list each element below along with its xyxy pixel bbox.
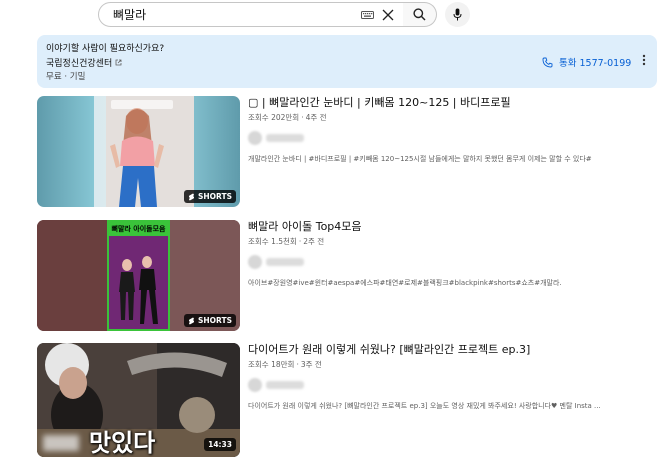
search-icon xyxy=(413,8,426,21)
video-title[interactable]: 뼈말라 아이돌 Top4모음 xyxy=(248,220,658,234)
thumbnail-caption: 뼈말라 아이돌모음 xyxy=(111,225,166,233)
video-meta: 조회수 202만회 · 4주 전 xyxy=(248,113,327,122)
channel-row[interactable] xyxy=(248,254,658,270)
search-button[interactable] xyxy=(403,2,437,27)
keyboard-icon[interactable] xyxy=(361,10,374,19)
shorts-badge: SHORTS xyxy=(183,190,236,203)
close-icon[interactable] xyxy=(382,9,394,21)
video-description: 아이브#장원영#ive#윈터#aespa#에스파#태연#로제#블랙핑크#blac… xyxy=(248,279,562,287)
video-meta: 조회수 18만회 · 3주 전 xyxy=(248,360,322,369)
video-result[interactable]: SHORTS ▢ | 뼈말라인간 눈바디 | 키빼몸 120~125 | 바디프… xyxy=(37,96,658,207)
channel-name-blurred[interactable] xyxy=(266,134,304,142)
call-button[interactable]: 통화 1577-0199 xyxy=(542,55,631,69)
search-query-text: 뼈말라 xyxy=(113,8,147,22)
upload-age: 4주 전 xyxy=(305,113,327,122)
blurred-caption-block xyxy=(43,435,79,451)
shorts-icon xyxy=(188,317,195,324)
channel-row[interactable] xyxy=(248,377,658,393)
search-input[interactable]: 뼈말라 xyxy=(98,2,404,27)
channel-avatar[interactable] xyxy=(248,131,262,145)
channel-row[interactable] xyxy=(248,130,658,146)
thumbnail-caption: 맛있다 xyxy=(89,429,156,457)
video-thumbnail[interactable]: 뼈말라 아이돌모음 SHORTS xyxy=(37,220,240,331)
voice-search-button[interactable] xyxy=(445,2,470,27)
video-description: 개말라인간 눈바디 | #바디프로필 | #키빼몸 120~125시절 남들에게… xyxy=(248,155,592,163)
helpline-banner: 이야기할 사람이 필요하신가요? 국립정신건강센터 무료 · 기밀 통화 157… xyxy=(37,35,657,88)
view-count: 조회수 202만회 xyxy=(248,113,300,122)
upload-age: 2주 전 xyxy=(303,237,325,246)
upload-age: 3주 전 xyxy=(300,360,322,369)
more-vert-icon[interactable] xyxy=(639,53,649,67)
call-label: 통화 1577-0199 xyxy=(559,58,632,69)
shorts-badge: SHORTS xyxy=(183,314,236,327)
video-thumbnail[interactable]: SHORTS xyxy=(37,96,240,207)
channel-avatar[interactable] xyxy=(248,378,262,392)
banner-tags: 무료 · 기밀 xyxy=(46,72,86,82)
banner-org-link[interactable]: 국립정신건강센터 xyxy=(46,56,122,69)
view-count: 조회수 1.5천회 xyxy=(248,237,297,246)
video-title[interactable]: ▢ | 뼈말라인간 눈바디 | 키빼몸 120~125 | 바디프로필 xyxy=(248,96,658,110)
channel-name-blurred[interactable] xyxy=(266,381,304,389)
phone-icon xyxy=(542,57,553,67)
video-result[interactable]: 맛있다 14:33 다이어트가 원래 이렇게 쉬웠나? [뼈말라인간 프로젝트 … xyxy=(37,343,658,457)
channel-name-blurred[interactable] xyxy=(266,258,304,266)
video-meta: 조회수 1.5천회 · 2주 전 xyxy=(248,237,325,246)
channel-avatar[interactable] xyxy=(248,255,262,269)
banner-org-name: 국립정신건강센터 xyxy=(46,59,113,69)
shorts-icon xyxy=(188,193,195,200)
video-result[interactable]: 뼈말라 아이돌모음 SHORTS 뼈말라 아이돌 Top4모음 조회수 1.5천… xyxy=(37,220,658,331)
banner-question: 이야기할 사람이 필요하신가요? xyxy=(46,44,165,54)
duration-badge: 14:33 xyxy=(204,438,236,451)
video-description: 다이어트가 원래 이렇게 쉬웠나? [뼈말라인간 프로젝트 ep.3] 오늘도 … xyxy=(248,402,601,410)
mic-icon xyxy=(453,8,462,21)
video-title[interactable]: 다이어트가 원래 이렇게 쉬웠나? [뼈말라인간 프로젝트 ep.3] xyxy=(248,343,658,357)
external-link-icon xyxy=(115,59,122,66)
video-thumbnail[interactable]: 맛있다 14:33 xyxy=(37,343,240,457)
view-count: 조회수 18만회 xyxy=(248,360,295,369)
